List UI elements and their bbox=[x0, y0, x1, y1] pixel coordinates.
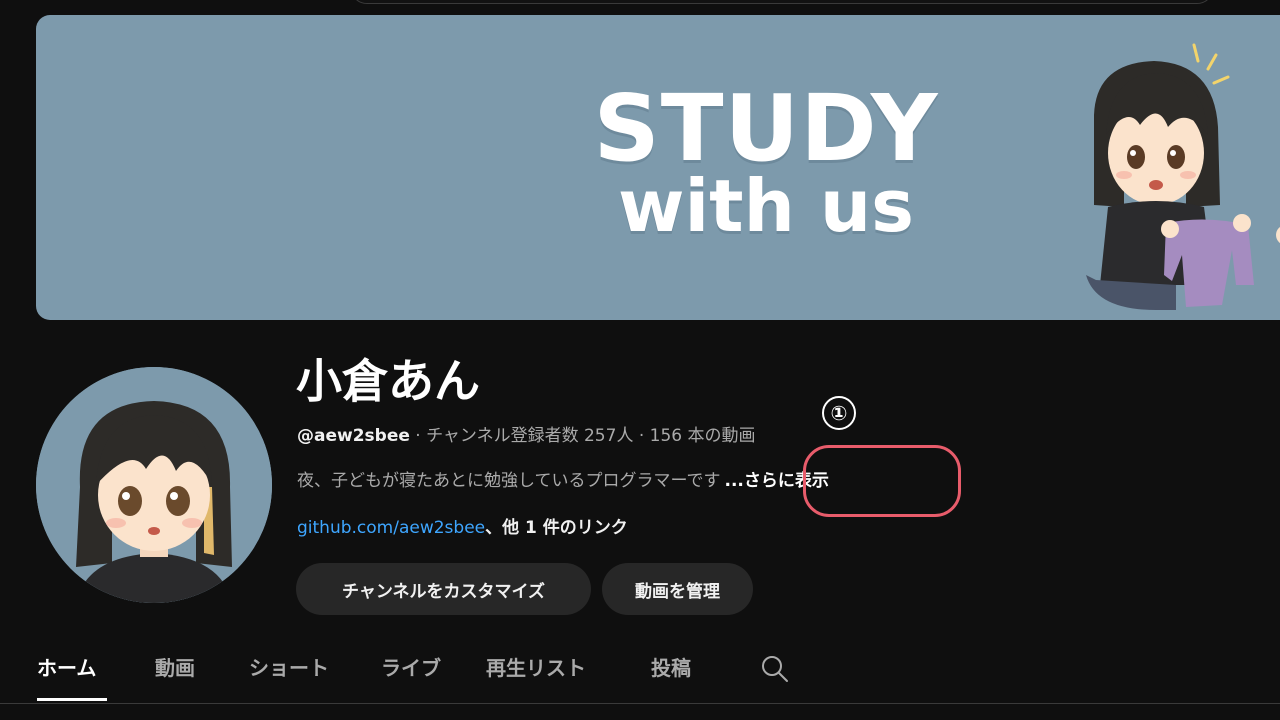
channel-handle: @aew2sbee bbox=[297, 426, 410, 446]
banner-illustration bbox=[1086, 43, 1280, 310]
active-tab-indicator bbox=[37, 698, 107, 701]
channel-meta: @aew2sbee · チャンネル登録者数 257人 · 156 本の動画 bbox=[297, 424, 756, 448]
channel-description[interactable]: 夜、子どもが寝たあとに勉強しているプログラマーです ...さらに表示 bbox=[297, 469, 829, 493]
annotation-highlight bbox=[803, 445, 961, 517]
tab-videos[interactable]: 動画 bbox=[155, 654, 195, 682]
avatar-illustration bbox=[36, 367, 272, 603]
tab-playlists[interactable]: 再生リスト bbox=[486, 654, 586, 682]
banner-text: STUDY with us bbox=[546, 79, 986, 243]
search-bar[interactable] bbox=[350, 0, 1214, 4]
channel-banner: STUDY with us bbox=[36, 15, 1280, 320]
channel-avatar[interactable] bbox=[36, 367, 272, 603]
github-link[interactable]: github.com/aew2sbee bbox=[297, 518, 485, 538]
customize-channel-button[interactable]: チャンネルをカスタマイズ bbox=[296, 563, 591, 615]
description-text: 夜、子どもが寝たあとに勉強しているプログラマーです bbox=[297, 471, 721, 491]
manage-videos-button[interactable]: 動画を管理 bbox=[602, 563, 753, 615]
tabs-divider bbox=[0, 703, 1280, 704]
tab-live[interactable]: ライブ bbox=[381, 654, 441, 682]
tab-home[interactable]: ホーム bbox=[37, 654, 96, 682]
annotation-number: ① bbox=[822, 396, 856, 430]
tab-shorts[interactable]: ショート bbox=[249, 654, 329, 682]
search-icon[interactable] bbox=[760, 654, 790, 684]
channel-tabs: ホーム 動画 ショート ライブ 再生リスト 投稿 bbox=[0, 640, 1280, 704]
channel-name: 小倉あん bbox=[296, 354, 480, 408]
channel-stats: · チャンネル登録者数 257人 · 156 本の動画 bbox=[409, 426, 756, 446]
more-links-link[interactable]: 、他 1 件のリンク bbox=[485, 518, 628, 538]
channel-page: STUDY with us 小倉あん @aew2sbee · チャンネル登録者数… bbox=[0, 0, 1280, 720]
tab-posts[interactable]: 投稿 bbox=[651, 654, 691, 682]
channel-links[interactable]: github.com/aew2sbee、他 1 件のリンク bbox=[297, 516, 628, 540]
